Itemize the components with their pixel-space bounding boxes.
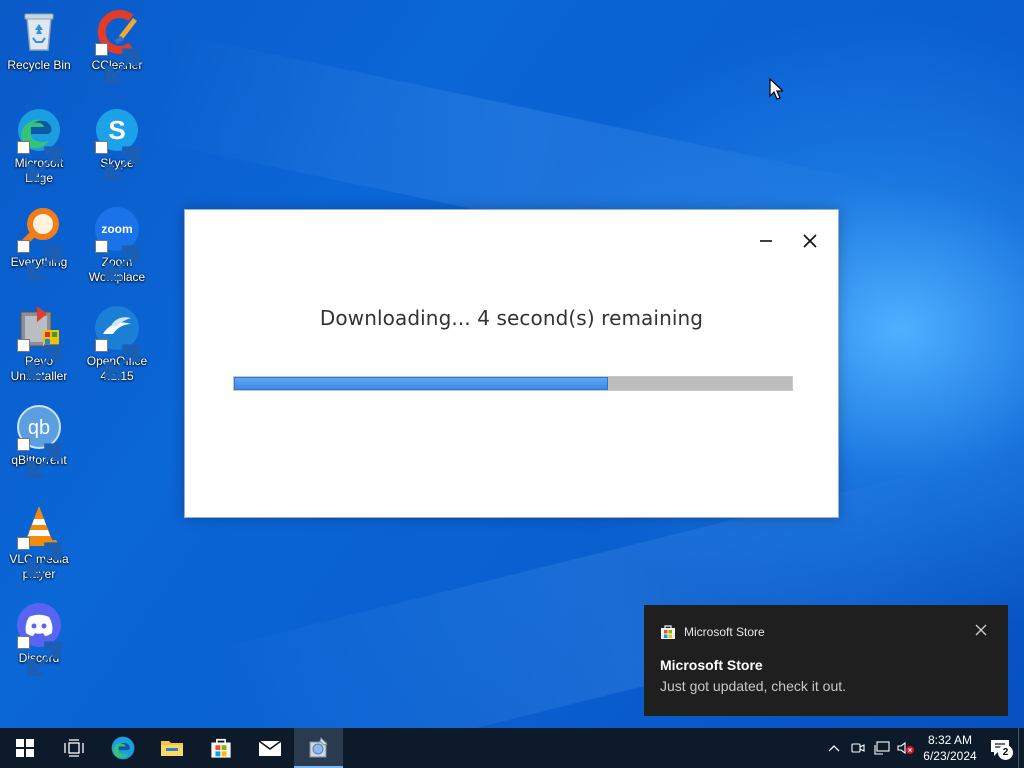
desktop-icon-qbittorrent[interactable]: qb qBittorrent xyxy=(1,403,77,479)
svg-text:S: S xyxy=(108,115,125,145)
network-icon xyxy=(874,741,890,755)
taskbar-mail-button[interactable] xyxy=(245,728,294,768)
desktop-icon-zoom[interactable]: zoom Zoom Workplace xyxy=(79,205,155,285)
skype-icon: S xyxy=(93,106,141,182)
shortcut-arrow-icon xyxy=(95,240,140,281)
minimize-button[interactable] xyxy=(751,226,781,256)
shortcut-arrow-icon xyxy=(17,339,62,380)
show-hidden-icons-button[interactable] xyxy=(822,728,846,768)
system-tray: 8:32 AM 6/23/2024 2 xyxy=(822,728,1024,768)
svg-text:zoom: zoom xyxy=(101,222,132,236)
meet-now-button[interactable] xyxy=(846,728,870,768)
desktop-icon-ccleaner[interactable]: CCleaner xyxy=(79,8,155,84)
mail-icon xyxy=(258,740,281,756)
desktop-icon-everything[interactable]: Everything xyxy=(1,205,77,281)
shortcut-arrow-icon xyxy=(17,537,62,578)
action-center-button[interactable]: 2 xyxy=(982,728,1018,768)
taskbar-clock[interactable]: 8:32 AM 6/23/2024 xyxy=(918,732,982,764)
chevron-up-icon xyxy=(828,745,840,752)
download-progress-bar xyxy=(233,376,793,391)
shortcut-arrow-icon xyxy=(95,339,140,380)
minimize-icon xyxy=(760,240,772,242)
network-button[interactable] xyxy=(870,728,894,768)
notification-toast[interactable]: Microsoft Store Microsoft Store Just got… xyxy=(644,605,1008,716)
windows-start-icon xyxy=(15,739,34,757)
desktop-icon-recycle-bin[interactable]: Recycle Bin xyxy=(1,8,77,73)
discord-icon xyxy=(15,601,63,677)
desktop-icon-microsoft-edge[interactable]: Microsoft Edge xyxy=(1,106,77,186)
notification-count-badge: 2 xyxy=(998,745,1013,760)
microsoft-store-icon xyxy=(661,625,675,639)
revo-uninstaller-icon xyxy=(15,304,63,380)
volume-muted-icon xyxy=(897,741,914,755)
shortcut-arrow-icon xyxy=(17,141,62,182)
edge-icon xyxy=(15,106,63,182)
start-button[interactable] xyxy=(0,728,49,768)
qbittorrent-icon: qb xyxy=(15,403,63,479)
volume-button[interactable] xyxy=(894,728,918,768)
taskbar: 8:32 AM 6/23/2024 2 xyxy=(0,728,1024,768)
file-explorer-icon xyxy=(160,741,183,756)
toast-app-name: Microsoft Store xyxy=(684,625,765,639)
desktop-icon-openoffice[interactable]: OpenOffice 4.1.15 xyxy=(79,304,155,384)
openoffice-icon xyxy=(93,304,141,380)
clock-date: 6/23/2024 xyxy=(923,749,977,763)
taskbar-installer-button[interactable] xyxy=(294,728,343,768)
close-button[interactable] xyxy=(795,226,825,256)
show-desktop-button[interactable] xyxy=(1018,728,1024,768)
download-status-text: Downloading... 4 second(s) remaining xyxy=(319,306,704,330)
toast-close-icon[interactable] xyxy=(974,623,988,637)
installer-icon xyxy=(309,737,328,758)
store-icon xyxy=(210,738,231,758)
desktop-icon-discord[interactable]: Discord xyxy=(1,601,77,677)
shortcut-arrow-icon xyxy=(95,141,140,182)
shortcut-arrow-icon xyxy=(17,438,62,479)
edge-icon xyxy=(111,736,134,760)
shortcut-arrow-icon xyxy=(17,636,62,677)
desktop-icon-vlc[interactable]: VLC media player xyxy=(1,502,77,582)
taskbar-store-button[interactable] xyxy=(196,728,245,768)
vlc-cone-icon xyxy=(15,502,63,578)
toast-header: Microsoft Store xyxy=(660,624,765,640)
taskbar-edge-button[interactable] xyxy=(98,728,147,768)
clock-time: 8:32 AM xyxy=(927,733,973,747)
recycle-bin-icon xyxy=(15,8,63,56)
desktop-icon-revo-uninstaller[interactable]: Revo Uninstaller xyxy=(1,304,77,384)
svg-text:qb: qb xyxy=(28,417,50,439)
desktop-icon-label: Recycle Bin xyxy=(7,58,71,72)
progress-fill xyxy=(234,377,608,390)
taskbar-file-explorer-button[interactable] xyxy=(147,728,196,768)
ccleaner-icon xyxy=(93,8,141,84)
shortcut-arrow-icon xyxy=(17,240,62,281)
mouse-pointer-icon xyxy=(769,78,783,100)
download-dialog: Downloading... 4 second(s) remaining xyxy=(184,209,839,518)
meet-now-icon xyxy=(851,743,865,753)
toast-body: Just got updated, check it out. xyxy=(660,678,847,694)
task-view-icon xyxy=(63,739,84,757)
zoom-icon: zoom xyxy=(93,205,141,281)
toast-title: Microsoft Store xyxy=(660,657,763,673)
close-icon xyxy=(803,234,817,248)
desktop-icon-skype[interactable]: S Skype xyxy=(79,106,155,182)
task-view-button[interactable] xyxy=(49,728,98,768)
everything-search-icon xyxy=(15,205,63,281)
shortcut-arrow-icon xyxy=(95,43,140,84)
